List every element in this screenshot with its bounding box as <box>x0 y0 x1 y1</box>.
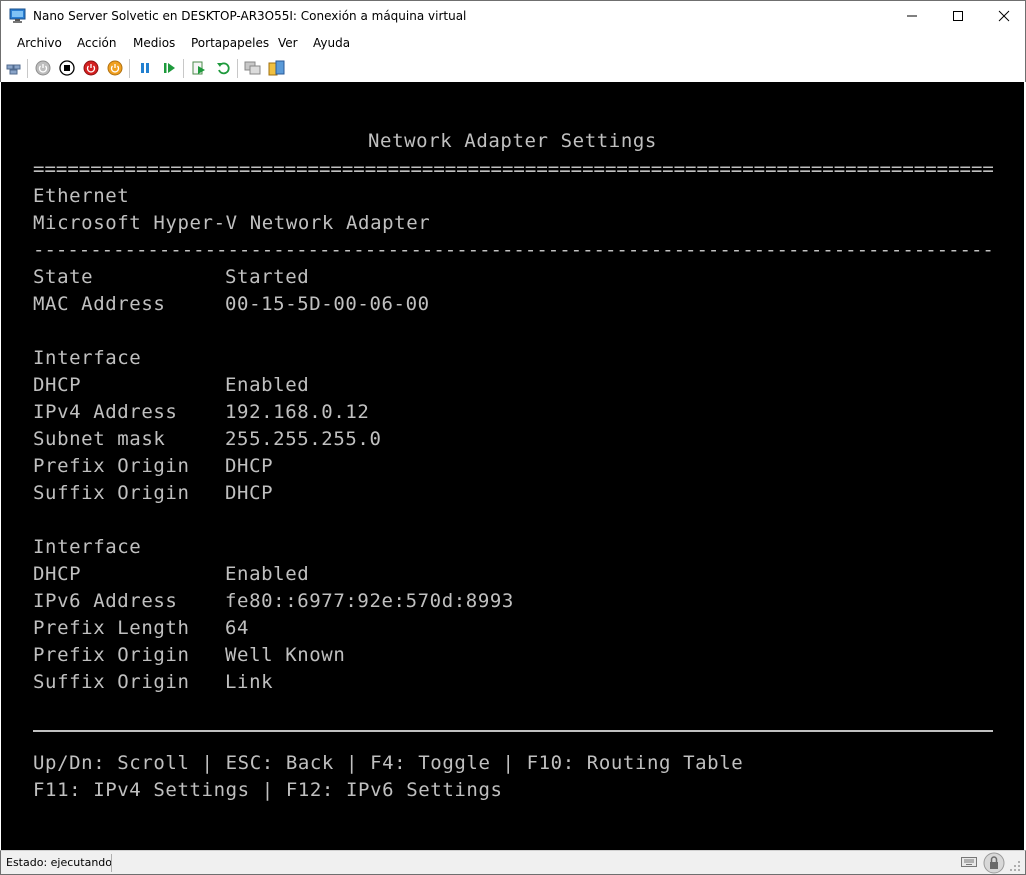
menu-ayuda[interactable]: Ayuda <box>313 36 350 50</box>
ipv4-interface-heading: Interface <box>33 347 142 369</box>
menu-medios[interactable]: Medios <box>133 36 175 50</box>
turn-off-icon <box>59 60 75 76</box>
resize-grip-icon[interactable] <box>1009 860 1021 875</box>
toolbar-separator <box>129 59 130 78</box>
start-button[interactable] <box>34 59 52 77</box>
menu-bar: Archivo Acción Medios Portapapeles Ver A… <box>0 31 1026 55</box>
console-title: Network Adapter Settings <box>368 130 657 152</box>
menu-accion[interactable]: Acción <box>77 36 116 50</box>
help-line-1: Up/Dn: Scroll | ESC: Back | F4: Toggle |… <box>33 752 744 774</box>
ipv6-interface-heading: Interface <box>33 536 142 558</box>
double-rule: ========================================… <box>33 158 993 180</box>
pause-button[interactable] <box>136 59 154 77</box>
close-icon <box>998 10 1010 22</box>
toolbar-separator <box>237 59 238 78</box>
close-button[interactable] <box>981 1 1026 31</box>
shutdown-icon <box>83 60 99 76</box>
status-text: Estado: ejecutando <box>6 856 112 869</box>
row-label: Prefix Origin <box>33 644 190 666</box>
single-rule: ----------------------------------------… <box>33 239 993 261</box>
row-label: Prefix Origin <box>33 455 190 477</box>
turn-off-button[interactable] <box>58 59 76 77</box>
row-label: IPv6 Address <box>33 590 178 612</box>
row-value: fe80::6977:92e:570d:8993 <box>225 590 514 612</box>
minimize-icon <box>907 15 917 17</box>
footer-rule <box>33 730 993 732</box>
share-icon <box>268 60 285 76</box>
adapter-type: Ethernet <box>33 185 130 207</box>
revert-icon <box>217 62 230 75</box>
start-icon <box>35 60 51 76</box>
status-bar: Estado: ejecutando <box>0 850 1026 875</box>
title-bar: Nano Server Solvetic en DESKTOP-AR3O55I:… <box>0 0 1026 31</box>
row-label: Prefix Length <box>33 617 190 639</box>
vm-connection-icon <box>9 8 27 24</box>
checkpoint-button[interactable] <box>190 59 208 77</box>
pause-icon <box>141 63 149 73</box>
checkpoint-icon <box>192 61 205 75</box>
vm-console[interactable]: Network Adapter Settings ===============… <box>1 82 1024 850</box>
toolbar <box>0 55 1026 82</box>
row-label: Suffix Origin <box>33 482 190 504</box>
window-title: Nano Server Solvetic en DESKTOP-AR3O55I:… <box>33 9 467 23</box>
row-label: State <box>33 266 94 288</box>
status-divider <box>111 854 112 872</box>
keyboard-icon <box>961 856 977 871</box>
resume-icon <box>164 63 175 73</box>
menu-ver[interactable]: Ver <box>278 36 298 50</box>
row-value: Started <box>225 266 310 288</box>
row-value: DHCP <box>225 455 274 477</box>
resume-button[interactable] <box>160 59 178 77</box>
share-button[interactable] <box>268 59 286 77</box>
enhanced-session-button[interactable] <box>244 59 262 77</box>
row-value: Well Known <box>225 644 346 666</box>
ctrl-alt-del-button[interactable] <box>5 59 23 77</box>
enhanced-session-icon <box>244 61 261 75</box>
toolbar-separator <box>183 59 184 78</box>
row-label: MAC Address <box>33 293 166 315</box>
power-icon <box>107 60 123 76</box>
revert-button[interactable] <box>214 59 232 77</box>
row-value: 192.168.0.12 <box>225 401 370 423</box>
ctrl-alt-del-icon <box>6 64 21 75</box>
row-label: IPv4 Address <box>33 401 178 423</box>
row-label: DHCP <box>33 563 82 585</box>
menu-archivo[interactable]: Archivo <box>17 36 62 50</box>
maximize-button[interactable] <box>935 1 981 31</box>
row-value: 64 <box>225 617 250 639</box>
row-label: Subnet mask <box>33 428 166 450</box>
maximize-icon <box>953 11 963 21</box>
shutdown-button[interactable] <box>82 59 100 77</box>
row-value: DHCP <box>225 482 274 504</box>
row-value: Enabled <box>225 374 310 396</box>
row-label: DHCP <box>33 374 82 396</box>
row-value: Link <box>225 671 274 693</box>
toolbar-separator <box>27 59 28 78</box>
row-value: Enabled <box>225 563 310 585</box>
row-value: 255.255.255.0 <box>225 428 382 450</box>
help-line-2: F11: IPv4 Settings | F12: IPv6 Settings <box>33 779 503 801</box>
row-value: 00-15-5D-00-06-00 <box>225 293 430 315</box>
save-state-button[interactable] <box>106 59 124 77</box>
minimize-button[interactable] <box>889 1 935 31</box>
lock-icon <box>983 852 1005 875</box>
menu-portapapeles[interactable]: Portapapeles <box>191 36 269 50</box>
row-label: Suffix Origin <box>33 671 190 693</box>
adapter-name: Microsoft Hyper-V Network Adapter <box>33 212 431 234</box>
